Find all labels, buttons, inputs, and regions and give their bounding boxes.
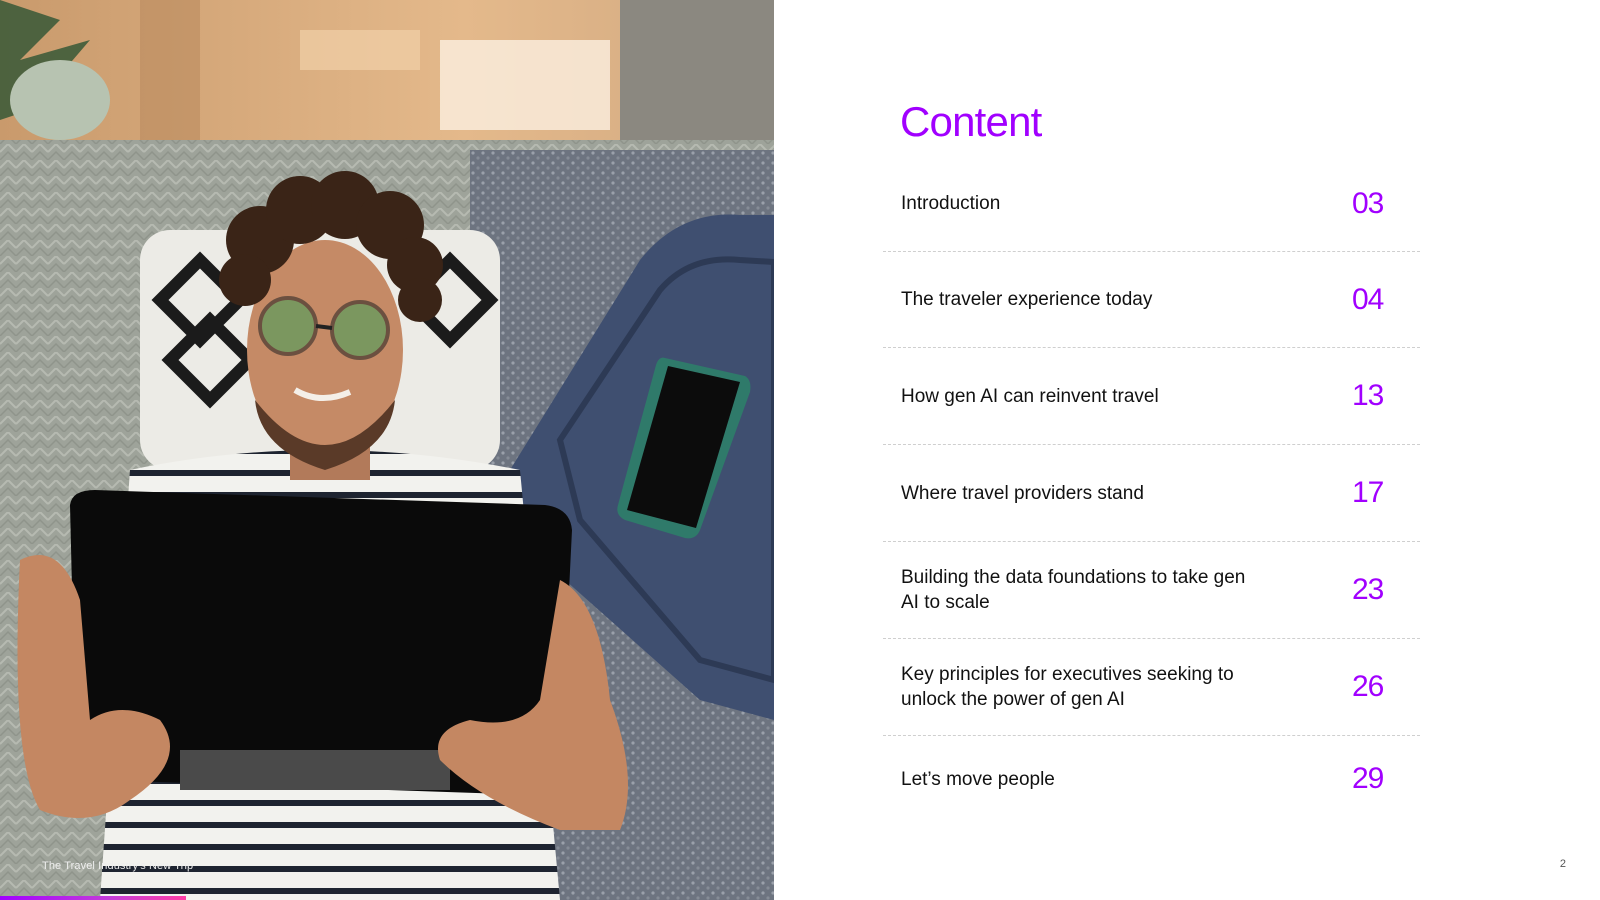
photo-illustration	[0, 0, 774, 900]
toc-item-label: Where travel providers stand	[901, 482, 1144, 504]
toc-item-page: 29	[1352, 762, 1384, 795]
toc-item-key-principles[interactable]: Key principles for executives seeking to…	[883, 639, 1420, 736]
document-footer-title: The Travel Industry's New Trip	[42, 860, 194, 872]
toc-item-label: How gen AI can reinvent travel	[901, 385, 1159, 407]
table-of-contents: Introduction 03 The traveler experience …	[883, 156, 1420, 822]
toc-item-label: The traveler experience today	[901, 289, 1153, 310]
toc-item-lets-move-people[interactable]: Let’s move people 29	[883, 736, 1420, 822]
toc-item-data-foundations[interactable]: Building the data foundations to take ge…	[883, 542, 1420, 639]
toc-item-traveler-experience[interactable]: The traveler experience today 04	[883, 252, 1420, 348]
toc-item-page: 17	[1352, 476, 1384, 509]
toc-item-page: 23	[1352, 573, 1384, 606]
cover-photo: The Travel Industry's New Trip	[0, 0, 774, 900]
toc-item-introduction[interactable]: Introduction 03	[883, 156, 1420, 252]
toc-item-gen-ai-reinvent-travel[interactable]: How gen AI can reinvent travel 13	[883, 348, 1420, 445]
page-title: Content	[900, 98, 1042, 145]
toc-item-travel-providers[interactable]: Where travel providers stand 17	[883, 445, 1420, 542]
toc-item-page: 04	[1352, 282, 1384, 316]
accent-bar	[0, 896, 186, 900]
page-number: 2	[1559, 858, 1566, 870]
toc-item-page: 13	[1352, 379, 1384, 412]
toc-item-label: Let’s move people	[901, 768, 1055, 790]
toc-item-page: 26	[1352, 670, 1384, 703]
toc-item-label: Introduction	[901, 193, 1001, 214]
toc-item-label: Building the data foundations to take ge…	[901, 567, 1246, 613]
toc-item-label: Key principles for executives seeking to…	[901, 664, 1234, 710]
toc-item-page: 03	[1352, 186, 1384, 220]
